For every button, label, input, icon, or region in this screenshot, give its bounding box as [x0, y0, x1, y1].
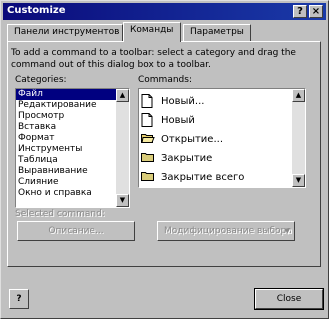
command-item[interactable]: Закрытие всего	[141, 169, 244, 187]
command-label: Закрытие всего	[161, 172, 245, 183]
scroll-down-arrow-icon[interactable]: ▼	[116, 194, 129, 207]
commands-scrollbar[interactable]: ▲ ▼	[292, 89, 305, 187]
category-item[interactable]: Инструменты	[16, 144, 129, 155]
folder-icon	[141, 170, 154, 184]
command-item[interactable]: Новый	[141, 112, 195, 130]
title-bar: Customize ? ×	[3, 3, 326, 20]
category-item[interactable]: Формат	[16, 133, 129, 144]
scroll-up-arrow-icon[interactable]: ▲	[292, 89, 305, 102]
customize-dialog: Customize ? × Панели инструментов Команд…	[0, 0, 329, 319]
category-item[interactable]: Окно и справка	[16, 188, 129, 199]
command-item[interactable]: Новый...	[141, 93, 204, 111]
commands-listbox[interactable]: Новый... Новый Открытие... Закрытие Закрытие…	[138, 88, 306, 188]
description-button[interactable]: Описание...	[17, 221, 135, 241]
category-item[interactable]: Редактирование	[16, 100, 129, 111]
selected-command-label: Selected command:	[15, 209, 105, 219]
modify-selection-label: Модифицирование выбора	[164, 226, 292, 236]
category-item[interactable]: Просмотр	[16, 111, 129, 122]
window-title: Customize	[7, 5, 66, 16]
categories-listbox[interactable]: Файл Редактирование Просмотр Вставка Формат И…	[15, 88, 130, 208]
new-document-icon	[141, 94, 153, 108]
open-folder-icon	[141, 132, 155, 146]
command-label: Новый...	[161, 96, 205, 107]
category-item[interactable]: Слияние	[16, 177, 129, 188]
tab-toolbars[interactable]: Панели инструментов	[7, 24, 123, 41]
tab-commands[interactable]: Команды	[123, 22, 181, 42]
tab-options[interactable]: Параметры	[183, 24, 251, 41]
command-label: Закрытие	[161, 153, 213, 164]
close-button[interactable]: Close	[254, 288, 324, 310]
category-item[interactable]: Файл	[16, 89, 129, 100]
scroll-up-arrow-icon[interactable]: ▲	[116, 89, 129, 102]
modify-selection-button[interactable]: Модифицирование выбора ▼	[157, 221, 295, 241]
command-label: Открытие...	[161, 134, 223, 145]
dropdown-arrow-icon: ▼	[284, 227, 290, 235]
categories-scrollbar[interactable]: ▲ ▼	[116, 89, 129, 207]
commands-label: Commands:	[138, 75, 192, 85]
folder-icon	[141, 151, 154, 165]
new-document-icon	[141, 113, 153, 127]
help-title-button[interactable]: ?	[293, 5, 307, 18]
instructions-text: To add a command to a toolbar: select a …	[11, 48, 296, 70]
category-item[interactable]: Таблица	[16, 155, 129, 166]
command-item[interactable]: Открытие...	[141, 131, 223, 149]
command-label: Новый	[161, 115, 195, 126]
scroll-down-arrow-icon[interactable]: ▼	[292, 174, 305, 187]
category-item[interactable]: Вставка	[16, 122, 129, 133]
command-item[interactable]: Закрытие	[141, 150, 212, 168]
help-button[interactable]: ?	[9, 289, 29, 309]
categories-label: Categories:	[15, 75, 67, 85]
close-title-button[interactable]: ×	[309, 5, 323, 18]
category-item[interactable]: Выравнивание	[16, 166, 129, 177]
categories-list: Файл Редактирование Просмотр Вставка Формат И…	[16, 89, 129, 199]
